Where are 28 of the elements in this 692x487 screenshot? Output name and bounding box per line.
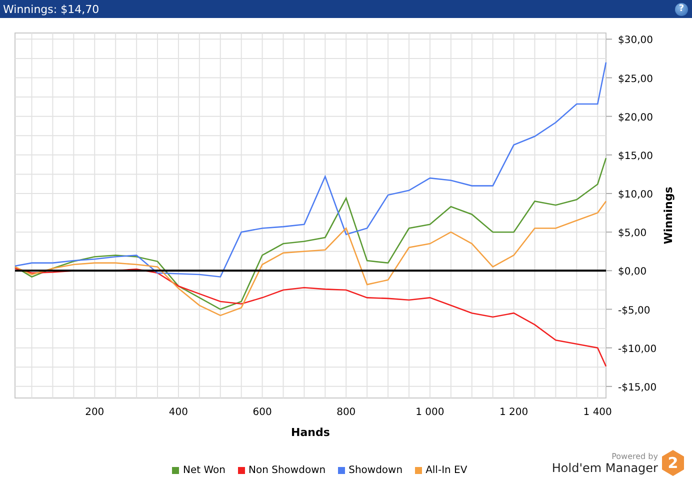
help-button[interactable]: ? [675, 2, 688, 16]
y-tick-label: -$5,00 [618, 305, 650, 316]
x-tick-label: 1 000 [416, 407, 444, 418]
x-axis-title: Hands [291, 426, 330, 439]
y-tick-label: $5,00 [618, 228, 647, 240]
legend-label: All-In EV [426, 465, 468, 476]
y-tick-label: $15,00 [618, 150, 653, 162]
x-tick-label: 600 [252, 407, 272, 418]
window-title: Winnings: $14,70 [3, 2, 100, 16]
logo-badge: 2 [662, 450, 684, 476]
x-tick-label: 1 400 [583, 407, 612, 418]
y-tick-label: -$15,00 [618, 382, 657, 394]
legend-label: Showdown [348, 465, 403, 476]
y-tick-label: $20,00 [618, 112, 653, 124]
x-tick-label: 1 200 [499, 407, 528, 418]
legend-label: Non Showdown [248, 465, 326, 476]
legend-label: Net Won [183, 465, 226, 476]
y-tick-label: -$10,00 [618, 344, 657, 355]
y-tick-label: $0,00 [618, 266, 647, 278]
y-tick-label: $30,00 [618, 35, 653, 46]
y-tick-label: $25,00 [618, 74, 653, 85]
product-name: Hold'em Manager [552, 460, 658, 474]
powered-by-text: Powered by [612, 452, 658, 460]
x-tick-label: 400 [168, 407, 188, 418]
y-axis-title: Winnings [662, 186, 675, 244]
x-tick-label: 200 [85, 407, 104, 418]
x-tick-label: 800 [336, 407, 356, 418]
y-tick-label: $10,00 [618, 190, 653, 200]
